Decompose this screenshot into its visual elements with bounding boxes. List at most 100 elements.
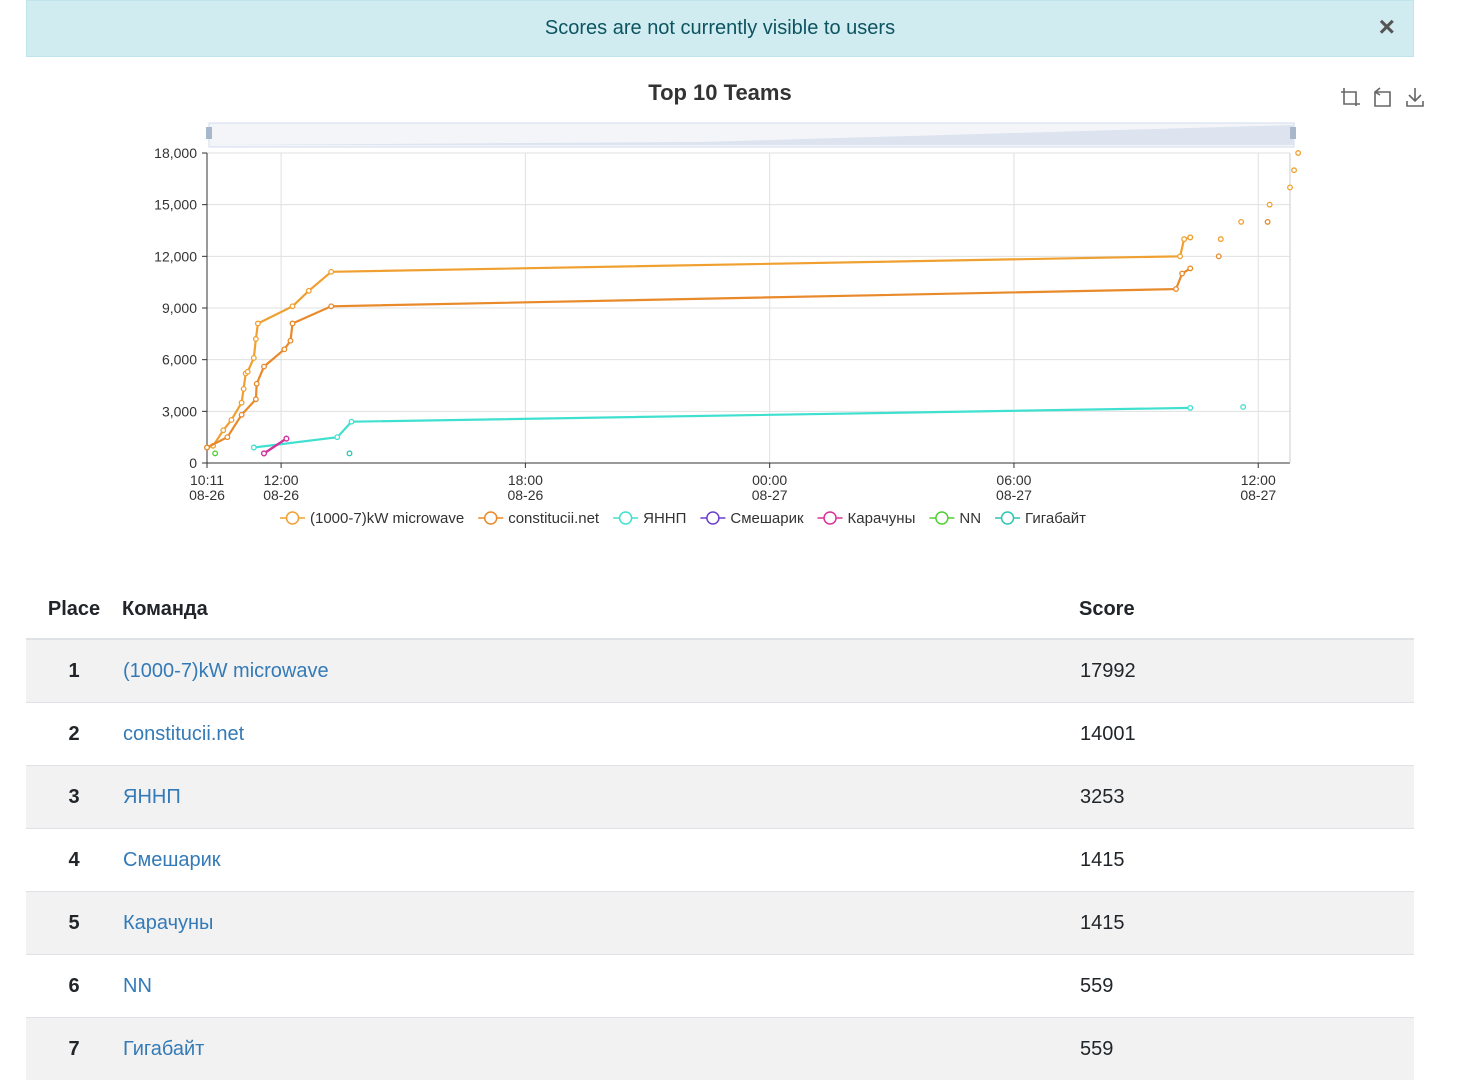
row-place: 4: [26, 828, 122, 892]
data-point: [1177, 253, 1184, 260]
row-score: 559: [1079, 954, 1414, 1018]
data-point: [1240, 404, 1247, 410]
data-point: [289, 303, 296, 310]
data-point: [334, 434, 341, 441]
visibility-alert: Scores are not currently visible to user…: [26, 0, 1414, 57]
team-link[interactable]: constitucii.net: [123, 723, 244, 745]
row-score: 1415: [1079, 828, 1414, 892]
data-point: [238, 399, 245, 406]
row-place: 7: [26, 1017, 122, 1080]
series-line: [253, 406, 1191, 449]
row-place: 1: [26, 638, 122, 703]
alert-message: Scores are not currently visible to user…: [544, 17, 896, 39]
chart-title: Top 10 Teams: [648, 80, 792, 105]
team-link[interactable]: ЯННП: [123, 786, 181, 808]
y-tick-label: 0: [189, 455, 197, 471]
x-tick-label: 08-27: [996, 487, 1032, 503]
data-point: [253, 380, 260, 387]
data-point: [346, 450, 353, 457]
data-point: [1287, 184, 1293, 191]
data-point: [254, 320, 261, 327]
data-point: [261, 450, 267, 457]
data-point: [328, 303, 335, 310]
data-point: [204, 444, 210, 451]
legend-label: constitucii.net: [508, 510, 600, 527]
data-point: [1215, 253, 1222, 260]
data-point: [1217, 236, 1224, 243]
x-tick-label: 10:11: [190, 472, 224, 488]
legend-marker: [823, 511, 837, 525]
data-point: [252, 396, 259, 403]
download-icon[interactable]: [1404, 86, 1426, 108]
table-row: 2 constitucii.net 14001: [26, 702, 1414, 766]
data-point: [348, 418, 355, 425]
team-link[interactable]: Смешарик: [123, 849, 221, 871]
legend-item[interactable]: (1000-7)kW microwave: [280, 510, 464, 527]
x-tick-label: 08-26: [507, 487, 543, 503]
legend-marker: [706, 511, 720, 525]
data-point: [212, 450, 219, 457]
data-point: [1181, 236, 1188, 243]
restore-icon[interactable]: [1372, 86, 1394, 108]
y-tick-label: 6,000: [162, 352, 197, 368]
data-point: [1266, 201, 1273, 208]
y-tick-label: 12,000: [154, 248, 197, 264]
legend-label: Смешарик: [730, 510, 804, 527]
data-point: [281, 346, 288, 353]
data-point: [220, 427, 227, 434]
score-chart: Top 10 Teams 0 3,000 6,000 9,000 12,000 15,00…: [0, 70, 1467, 550]
data-point: [1173, 286, 1179, 293]
row-score: 559: [1079, 1017, 1414, 1080]
legend-item[interactable]: ЯННП: [613, 510, 686, 527]
zoom-icon[interactable]: [1340, 86, 1362, 108]
team-link[interactable]: (1000-7)kW microwave: [123, 660, 329, 682]
data-point: [1291, 167, 1298, 174]
x-tick-label: 06:00: [996, 472, 1031, 488]
table-row: 4 Смешарик 1415: [26, 828, 1414, 892]
y-tick-label: 15,000: [154, 197, 197, 213]
x-tick-label: 08-27: [1240, 487, 1276, 503]
data-point: [1187, 404, 1194, 411]
header-team: Команда: [122, 580, 1079, 640]
row-score: 17992: [1079, 638, 1414, 703]
legend-marker: [483, 511, 498, 525]
legend-label: ЯННП: [643, 510, 686, 527]
scoreboard-table: Place Команда Score 1 (1000-7)kW microwa…: [26, 580, 1414, 1080]
data-point: [238, 411, 245, 418]
data-point: [250, 444, 257, 451]
x-tick-label: 00:00: [752, 472, 787, 488]
close-icon[interactable]: ×: [1379, 13, 1395, 41]
legend-item[interactable]: constitucii.net: [478, 510, 600, 527]
data-point: [261, 363, 267, 370]
data-point: [1187, 265, 1194, 272]
table-row: 7 Гигабайт 559: [26, 1017, 1414, 1080]
legend-label: Карачуны: [848, 510, 916, 527]
row-place: 3: [26, 765, 122, 829]
legend-item[interactable]: NN: [929, 510, 981, 527]
legend-item[interactable]: Гигабайт: [995, 510, 1086, 527]
x-tick-label: 12:00: [264, 472, 299, 488]
chart-plot: 03,0006,0009,00012,00015,00018,00010:110…: [154, 122, 1302, 527]
row-score: 3253: [1079, 765, 1414, 829]
data-point: [224, 434, 231, 441]
legend-item[interactable]: Смешарик: [700, 510, 804, 527]
table-row: 3 ЯННП 3253: [26, 765, 1414, 829]
datazoom-slider[interactable]: [206, 122, 1296, 148]
x-tick-label: 12:00: [1241, 472, 1276, 488]
team-link[interactable]: Карачуны: [123, 912, 213, 934]
legend-label: NN: [959, 510, 981, 527]
legend-marker: [618, 511, 633, 525]
table-row: 5 Карачуны 1415: [26, 891, 1414, 955]
x-tick-label: 08-26: [189, 487, 225, 503]
data-point: [252, 336, 259, 342]
datazoom-handle-right[interactable]: [1290, 127, 1296, 139]
row-score: 14001: [1079, 702, 1414, 766]
data-point: [1179, 270, 1186, 277]
data-point: [289, 320, 296, 327]
datazoom-handle-left[interactable]: [206, 127, 212, 139]
legend-item[interactable]: Карачуны: [817, 510, 916, 527]
y-tick-label: 18,000: [154, 145, 197, 161]
data-point: [250, 354, 257, 361]
team-link[interactable]: NN: [123, 975, 152, 997]
team-link[interactable]: Гигабайт: [123, 1038, 204, 1060]
